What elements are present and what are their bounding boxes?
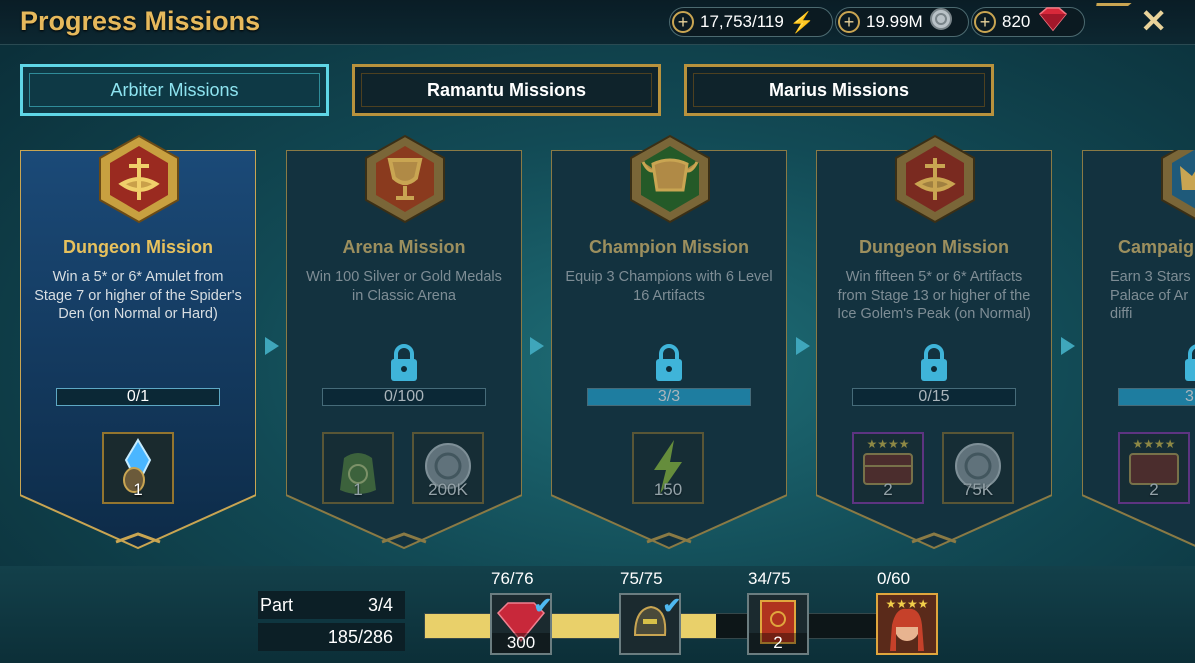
energy-resource: + 17,753/119 ⚡ — [669, 7, 833, 37]
part-label: Part — [260, 595, 294, 615]
check-icon: ✔ — [662, 593, 681, 618]
svg-text:★★★★: ★★★★ — [866, 437, 909, 451]
tab-ramantu-missions[interactable]: Ramantu Missions — [352, 64, 661, 116]
next-arrow-icon — [1061, 337, 1075, 355]
champion-portrait-icon: ★★★★ — [878, 595, 936, 653]
silver-resource: + 19.99M — [835, 7, 969, 37]
mission-description: Win fifteen 5* or 6* Artifacts from Stag… — [837, 269, 1031, 322]
reward-count: 200K — [428, 480, 468, 499]
dungeon-badge-icon — [99, 134, 179, 224]
top-bar: Progress Missions + 17,753/119 ⚡ + 19.99… — [0, 0, 1195, 45]
reward-slot[interactable]: ★★★★ 2 — [1118, 432, 1190, 504]
mission-description: Earn 3 Stars Palace of Ar diffi — [1110, 269, 1191, 322]
mission-title: Arena Mission — [342, 237, 466, 257]
reward-count: 1 — [353, 480, 363, 499]
mission-description: Win a 5* or 6* Amulet from Stage 7 or hi… — [34, 269, 242, 322]
campaign-crown-badge-icon — [1161, 150, 1195, 220]
mission-progress-bar: 0/1 — [56, 388, 220, 406]
tab-marius-missions[interactable]: Marius Missions — [684, 64, 994, 116]
reward-count: 2 — [1149, 480, 1159, 499]
part-value: 3/4 — [367, 595, 393, 615]
mission-card[interactable]: Champion Mission Equip 3 Champions with … — [551, 134, 787, 555]
mission-title: Champion Mission — [588, 237, 749, 257]
dungeon-badge-icon — [895, 134, 975, 224]
reward-count: 75K — [962, 480, 994, 499]
reward-slot[interactable]: 1 — [102, 432, 174, 504]
mission-description: Win 100 Silver or Gold Medals in Classic… — [306, 269, 502, 304]
close-icon[interactable]: ✕ — [1140, 2, 1167, 40]
silver-icon — [929, 7, 953, 37]
milestone-reward[interactable]: ✔ 300 — [490, 593, 552, 655]
part-points-value: 185/286 — [327, 627, 393, 647]
page-title: Progress Missions — [20, 6, 261, 36]
next-arrow-icon — [265, 337, 279, 355]
lock-icon — [656, 344, 682, 381]
milestone-reward[interactable]: ★★★★ — [876, 593, 938, 655]
champion-helmet-badge-icon — [630, 134, 710, 224]
milestone-count: 2 — [749, 633, 807, 653]
mission-progress-bar: 3/3 — [587, 388, 751, 406]
lock-icon — [921, 344, 947, 381]
mission-card[interactable]: Dungeon Mission Win fifteen 5* or 6* Art… — [816, 134, 1052, 555]
milestone-label: 0/60 — [877, 569, 911, 588]
mission-description: Equip 3 Champions with 6 Level 16 Artifa… — [565, 269, 773, 304]
lock-icon — [391, 344, 417, 381]
mission-title: Dungeon Mission — [859, 237, 1009, 257]
part-points: 185/286 — [258, 623, 405, 651]
reward-slot[interactable]: 200K — [412, 432, 484, 504]
milestone-reward[interactable]: ✔ — [619, 593, 681, 655]
gem-icon — [1036, 6, 1070, 38]
tab-arbiter-missions[interactable]: Arbiter Missions — [20, 64, 329, 116]
part-indicator: Part 3/4 — [258, 591, 405, 619]
mission-card[interactable]: Arena Mission Win 100 Silver or Gold Med… — [286, 134, 522, 555]
milestone-label: 75/75 — [620, 569, 663, 588]
next-arrow-icon — [530, 337, 544, 355]
reward-count: 2 — [883, 480, 893, 499]
energy-value: 17,753/119 — [700, 12, 784, 31]
reward-slot[interactable]: 150 — [632, 432, 704, 504]
menu-handle — [1089, 3, 1132, 44]
milestone-label: 76/76 — [491, 569, 534, 588]
energy-icon: ⚡ — [789, 11, 815, 34]
arena-trophy-badge-icon — [365, 134, 445, 224]
gem-resource: + 820 — [971, 7, 1085, 37]
milestone-label: 34/75 — [748, 569, 791, 588]
mission-progress-bar: 0/15 — [852, 388, 1016, 406]
mission-progress-bar: 0/100 — [322, 388, 486, 406]
mission-card-clip: Campaig Earn 3 Stars Palace of Ar diffi … — [1082, 150, 1195, 555]
silver-value: 19.99M — [866, 12, 923, 31]
add-gems-button[interactable]: + — [974, 11, 996, 33]
reward-slot[interactable]: ★★★★ 2 — [852, 432, 924, 504]
milestone-reward[interactable]: 2 — [747, 593, 809, 655]
reward-slot[interactable]: 75K — [942, 432, 1014, 504]
mission-card[interactable]: Dungeon Mission Win a 5* or 6* Amulet fr… — [20, 134, 256, 555]
next-arrow-icon — [796, 337, 810, 355]
mission-title: Dungeon Mission — [63, 237, 213, 257]
svg-text:★★★★: ★★★★ — [1132, 437, 1175, 451]
add-energy-button[interactable]: + — [672, 11, 694, 33]
mission-progress-bar: 3 — [1118, 388, 1195, 406]
reward-slot[interactable]: 1 — [322, 432, 394, 504]
mission-card[interactable]: Campaig Earn 3 Stars Palace of Ar diffi … — [1082, 150, 1195, 555]
mission-title: Campaig — [1118, 237, 1195, 257]
reward-count: 1 — [133, 480, 143, 499]
lock-icon — [1185, 344, 1195, 381]
add-silver-button[interactable]: + — [838, 11, 860, 33]
svg-text:★★★★: ★★★★ — [885, 597, 928, 611]
check-icon: ✔ — [533, 593, 552, 618]
gem-value: 820 — [1002, 12, 1031, 31]
milestone-count: 300 — [492, 633, 550, 653]
reward-count: 150 — [653, 480, 683, 499]
